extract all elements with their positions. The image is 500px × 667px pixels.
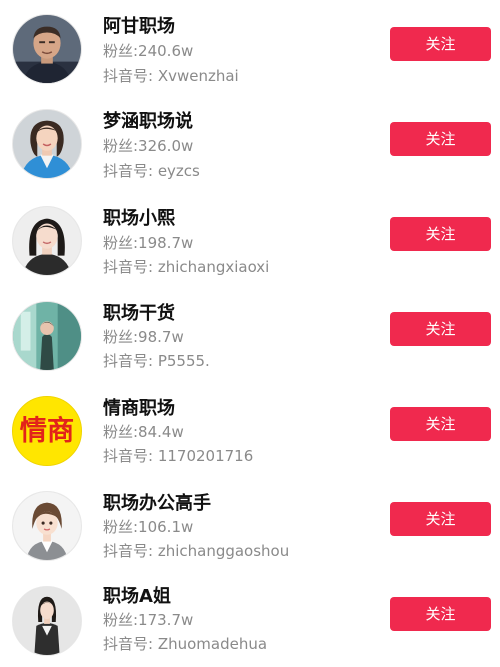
douyin-id: 抖音号: P5555. (103, 352, 210, 370)
douyin-id: 抖音号: 1170201716 (103, 447, 254, 465)
teal-scene-portrait-icon[interactable] (12, 301, 82, 371)
douyin-id: 抖音号: zhichangxiaoxi (103, 258, 270, 276)
fans-count: 粉丝:326.0w (103, 137, 194, 155)
follow-button[interactable]: 关注 (390, 27, 491, 61)
follow-button[interactable]: 关注 (390, 502, 491, 536)
follow-button[interactable]: 关注 (390, 217, 491, 251)
account-name[interactable]: 职场干货 (103, 299, 175, 325)
fans-count: 粉丝:98.7w (103, 328, 184, 346)
follow-button[interactable]: 关注 (390, 122, 491, 156)
account-row[interactable]: 职场办公高手 粉丝:106.1w 抖音号: zhichanggaoshou 关注 (0, 475, 500, 570)
bald-man-portrait-icon[interactable] (12, 14, 82, 84)
woman-full-body-portrait-icon[interactable] (12, 586, 82, 656)
douyin-id: 抖音号: Zhuomadehua (103, 635, 268, 653)
follow-button[interactable]: 关注 (390, 597, 491, 631)
fans-count: 粉丝:84.4w (103, 423, 184, 441)
account-row[interactable]: 阿甘职场 粉丝:240.6w 抖音号: Xvwenzhai 关注 (0, 0, 500, 95)
fans-count: 粉丝:198.7w (103, 234, 194, 252)
account-row[interactable]: 职场干货 粉丝:98.7w 抖音号: P5555. 关注 (0, 285, 500, 380)
account-name[interactable]: 职场小熙 (103, 204, 175, 230)
account-name[interactable]: 职场办公高手 (103, 489, 211, 515)
text-logo-icon[interactable]: 情商 (12, 396, 82, 466)
account-name[interactable]: 梦涵职场说 (103, 107, 193, 133)
douyin-id: 抖音号: zhichanggaoshou (103, 542, 290, 560)
account-row[interactable]: 职场小熙 粉丝:198.7w 抖音号: zhichangxiaoxi 关注 (0, 190, 500, 285)
account-row[interactable]: 梦涵职场说 粉丝:326.0w 抖音号: eyzcs 关注 (0, 95, 500, 190)
avatar-logo-text: 情商 (20, 416, 74, 447)
douyin-id: 抖音号: eyzcs (103, 162, 200, 180)
account-row[interactable]: 职场A姐 粉丝:173.7w 抖音号: Zhuomadehua 关注 (0, 570, 500, 665)
account-row[interactable]: 情商 情商职场 粉丝:84.4w 抖音号: 1170201716 关注 (0, 380, 500, 475)
fans-count: 粉丝:240.6w (103, 42, 194, 60)
account-name[interactable]: 阿甘职场 (103, 12, 175, 38)
account-list: 阿甘职场 粉丝:240.6w 抖音号: Xvwenzhai 关注 梦涵职场说 粉… (0, 0, 500, 667)
woman-portrait-icon[interactable] (12, 206, 82, 276)
douyin-id: 抖音号: Xvwenzhai (103, 67, 239, 85)
follow-button[interactable]: 关注 (390, 407, 491, 441)
fans-count: 粉丝:106.1w (103, 518, 194, 536)
cartoon-office-woman-icon[interactable] (12, 491, 82, 561)
woman-blue-blazer-portrait-icon[interactable] (12, 109, 82, 179)
fans-count: 粉丝:173.7w (103, 611, 194, 629)
account-name[interactable]: 职场A姐 (103, 582, 171, 608)
follow-button[interactable]: 关注 (390, 312, 491, 346)
account-name[interactable]: 情商职场 (103, 394, 175, 420)
